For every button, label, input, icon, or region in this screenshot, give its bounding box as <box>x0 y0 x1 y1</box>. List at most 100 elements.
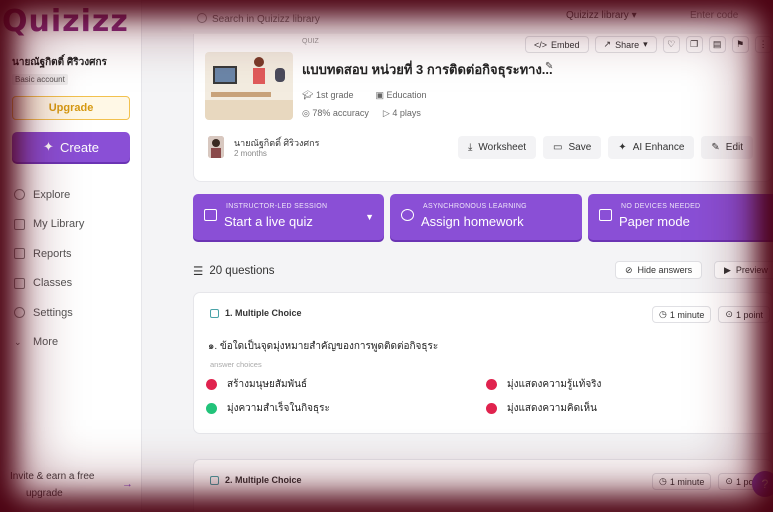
invite-link[interactable]: Invite & earn a free upgrade <box>10 468 135 502</box>
hide-answers-button[interactable]: ⊘ Hide answers <box>615 261 703 279</box>
classes-icon <box>14 277 25 289</box>
question-type-label: 2. Multiple Choice <box>225 475 302 485</box>
question-text: ๑. ข้อใดเป็นจุดมุ่งหมายสำคัญของการพูดติด… <box>208 341 439 352</box>
report-button[interactable]: ⚑ <box>731 36 749 53</box>
incorrect-dot-icon <box>486 403 497 414</box>
correct-dot-icon <box>206 403 217 414</box>
check-circle-icon: ⊙ <box>725 309 733 319</box>
chevron-down-icon: ⌄ <box>14 336 22 347</box>
subject-info: ▣ Education <box>375 90 426 101</box>
create-button[interactable]: ✦ Create <box>12 132 130 162</box>
points-pill[interactable]: ⊙ 1 point <box>718 306 770 323</box>
sidebar-item-label: Classes <box>33 277 73 290</box>
grad-cap-icon: 🎓︎ <box>302 90 316 100</box>
question-settings: ◷ 1 minute ⊙ 1 poi <box>652 473 763 490</box>
sidebar-item-more[interactable]: ⌄ More <box>14 328 139 358</box>
answer-option-text: มุ่งความสำเร็จในกิจธุระ <box>227 403 330 414</box>
mode-title: Paper mode <box>619 214 690 229</box>
sidebar-item-explore[interactable]: Explore <box>14 180 139 210</box>
copy-button[interactable]: ❐ <box>685 36 703 53</box>
search-input[interactable] <box>212 11 542 27</box>
more-options-button[interactable]: ⋮ <box>754 36 772 53</box>
author-name[interactable]: นายณัฐกิตติ์ ศิริวงศกร <box>234 136 319 150</box>
checkbox-icon <box>210 308 219 318</box>
time-label: 1 minute <box>669 476 705 487</box>
clock-icon: ◷ <box>659 309 667 319</box>
mode-title: Assign homework <box>421 214 524 229</box>
author-time: 2 months <box>234 149 267 158</box>
question-card[interactable]: 2. Multiple Choice ◷ 1 minute ⊙ 1 poi <box>193 459 773 512</box>
question-type: 2. Multiple Choice <box>210 475 302 485</box>
target-icon: ◎ <box>302 108 313 118</box>
hide-answers-label: Hide answers <box>637 265 693 275</box>
time-pill[interactable]: ◷ 1 minute <box>652 306 712 323</box>
time-pill[interactable]: ◷ 1 minute <box>652 473 712 490</box>
mode-subtitle: NO DEVICES NEEDED <box>621 203 701 210</box>
folder-icon: ▭ <box>553 142 563 153</box>
caret-down-icon: ▾ <box>643 39 648 49</box>
heart-icon: ♡ <box>667 39 676 49</box>
preview-button[interactable]: ▶ Preview <box>714 261 773 279</box>
answer-option: มุ่งแสดงความคิดเห็น <box>486 401 597 416</box>
start-live-quiz-button[interactable]: INSTRUCTOR-LED SESSION Start a live quiz… <box>193 194 384 240</box>
quiz-thumbnail <box>205 52 293 120</box>
share-label: Share <box>615 39 640 50</box>
embed-label: Embed <box>551 39 580 50</box>
search-icon <box>197 13 207 23</box>
play-icon: ▶ <box>724 264 731 275</box>
worksheet-label: Worksheet <box>478 142 527 153</box>
question-settings: ◷ 1 minute ⊙ 1 point <box>652 306 770 323</box>
sidebar-item-classes[interactable]: Classes <box>14 269 139 299</box>
assign-homework-button[interactable]: ASYNCHRONOUS LEARNING Assign homework <box>390 194 582 240</box>
library-select[interactable]: Quizizz library ▾ <box>566 10 637 21</box>
list-icon: ☰ <box>193 266 204 278</box>
sidebar-item-reports[interactable]: Reports <box>14 239 139 269</box>
avatar-image <box>208 136 224 158</box>
upgrade-button[interactable]: Upgrade <box>12 96 130 120</box>
worksheet-button[interactable]: ⤓ Worksheet <box>458 136 537 159</box>
save-button[interactable]: ▭ Save <box>543 136 602 159</box>
enter-code-button[interactable]: Enter code <box>690 10 738 21</box>
book-icon: ▣ <box>375 90 387 100</box>
checkbox-icon <box>210 475 219 485</box>
ai-enhance-button[interactable]: ✦ AI Enhance <box>608 136 695 159</box>
sidebar-item-my-library[interactable]: My Library <box>14 210 139 240</box>
print-icon: ▤ <box>712 39 722 49</box>
quiz-actions: ⤓ Worksheet ▭ Save ✦ AI Enhance ✎ Edit <box>458 136 754 159</box>
invite-text: Invite & earn a free <box>10 471 95 482</box>
flag-icon: ⚑ <box>736 39 745 49</box>
embed-button[interactable]: </> Embed <box>525 36 589 53</box>
edit-button[interactable]: ✎ Edit <box>701 136 754 159</box>
subject-label: Education <box>386 90 427 100</box>
paper-mode-button[interactable]: NO DEVICES NEEDED Paper mode <box>588 194 773 240</box>
answer-choices-label: answer choices <box>210 360 262 369</box>
clock-icon <box>401 209 414 221</box>
play-icon: ▷ <box>382 108 393 118</box>
answer-option-text: มุ่งแสดงความรู้แท้จริง <box>507 379 602 390</box>
sidebar: Quizizz นายณัฐกิตติ์ ศิริวงศกร Basic acc… <box>0 0 142 512</box>
check-circle-icon: ⊙ <box>725 476 733 486</box>
plays-label: 4 plays <box>392 108 421 118</box>
caret-down-icon[interactable]: ▼ <box>365 212 374 222</box>
question-type-label: 1. Multiple Choice <box>225 308 302 318</box>
quiz-meta-row: 🎓︎ 1st grade ▣ Education <box>302 90 427 101</box>
avatar[interactable] <box>208 136 224 158</box>
copy-icon: ❐ <box>690 39 699 49</box>
user-name: นายณัฐกิตติ์ ศิริวงศกร <box>12 57 107 68</box>
account-type-badge: Basic account <box>12 74 68 85</box>
answer-option: สร้างมนุษยสัมพันธ์ <box>206 377 307 392</box>
pencil-icon[interactable]: ✎ <box>545 61 553 72</box>
quiz-title: แบบทดสอบ หน่วยที่ 3 การติดต่อกิจธุระทาง.… <box>302 62 553 77</box>
like-button[interactable]: ♡ <box>662 36 680 53</box>
share-button[interactable]: ↗ Share ▾ <box>594 36 657 53</box>
help-button[interactable]: ? <box>752 471 773 497</box>
create-label: Create <box>59 139 99 155</box>
reports-icon <box>14 248 25 260</box>
sidebar-item-settings[interactable]: Settings <box>14 298 139 328</box>
quizizz-logo[interactable]: Quizizz <box>2 4 129 39</box>
grade-info: 🎓︎ 1st grade <box>302 90 353 101</box>
edit-label: Edit <box>725 142 744 153</box>
print-button[interactable]: ▤ <box>708 36 726 53</box>
quiz-stats-row: ◎ 78% accuracy ▷ 4 plays <box>302 108 421 119</box>
question-card[interactable]: 1. Multiple Choice ◷ 1 minute ⊙ 1 point … <box>193 292 773 434</box>
